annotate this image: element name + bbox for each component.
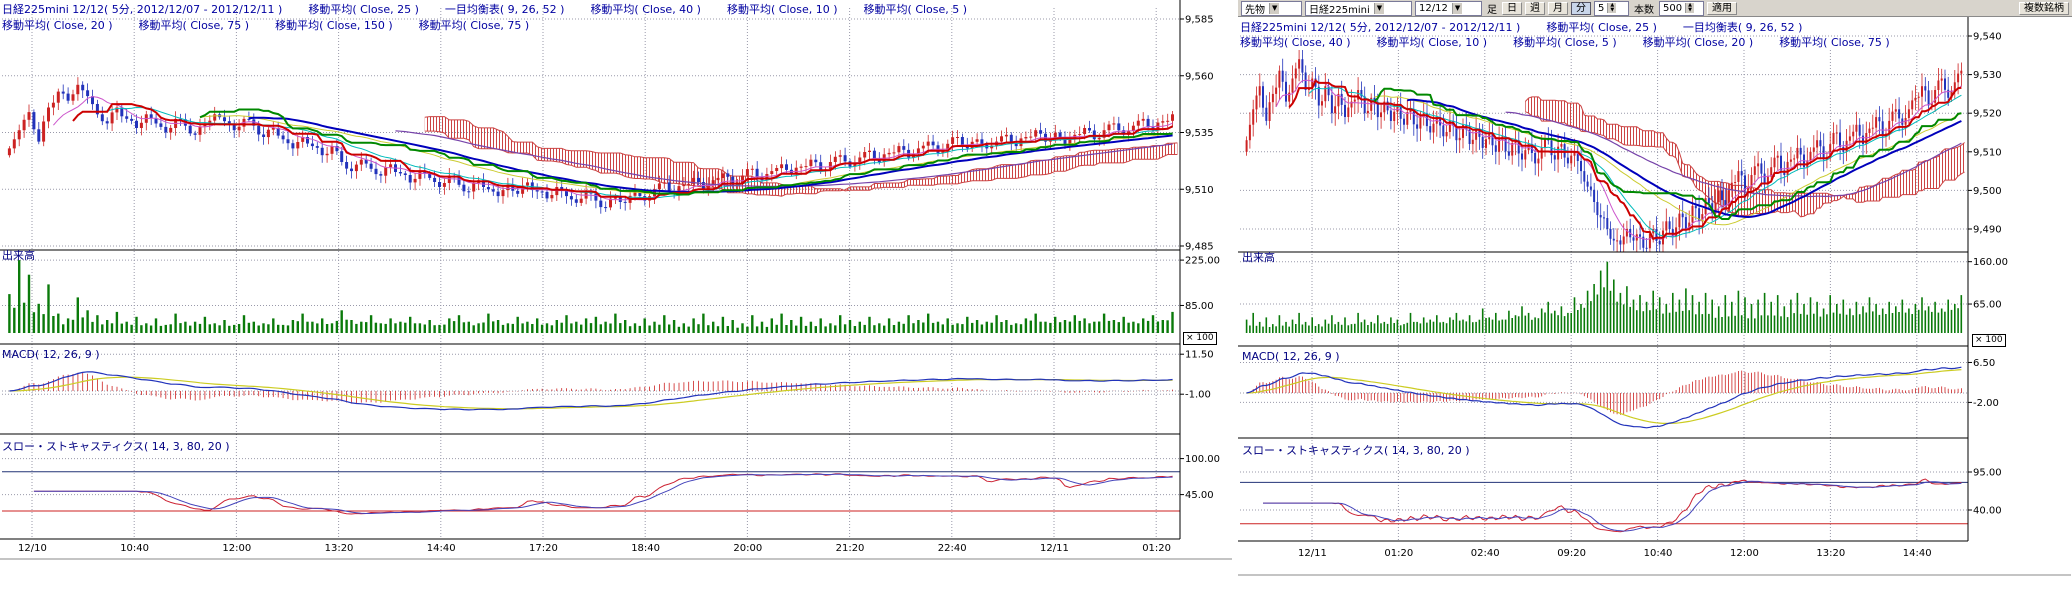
svg-text:12/10: 12/10 [18, 543, 47, 554]
macd-pane-label: MACD( 12, 26, 9 ) [1242, 350, 1340, 363]
svg-text:20:00: 20:00 [733, 543, 762, 554]
svg-text:10:40: 10:40 [1644, 548, 1673, 559]
svg-text:45.00: 45.00 [1185, 490, 1214, 501]
svg-text:9,490: 9,490 [1973, 225, 2002, 236]
indicator-label: 移動平均( Close, 10 ) [1377, 36, 1488, 49]
chart-toolbar: 先物 ▼ 日経225mini ▼ 12/12 ▼ 足 日 週 月 分 5 ▲▼ … [1238, 0, 2072, 17]
svg-text:65.00: 65.00 [1973, 300, 2002, 311]
svg-text:11.50: 11.50 [1185, 350, 1214, 361]
svg-text:9,585: 9,585 [1185, 15, 1214, 26]
svg-text:9,560: 9,560 [1185, 71, 1214, 82]
multi-symbol-button[interactable]: 複数銘柄 [2019, 2, 2069, 15]
svg-text:14:40: 14:40 [1903, 548, 1932, 559]
left-chart-header-row1: 日経225mini 12/12( 5分, 2012/12/07 - 2012/1… [2, 1, 993, 17]
bar-type-label: 足 [1485, 1, 1499, 16]
interval-stepper[interactable]: 5 ▲▼ [1594, 1, 1629, 16]
svg-text:9,485: 9,485 [1185, 242, 1214, 253]
indicator-label: 一目均衡表( 9, 26, 52 ) [1683, 21, 1803, 34]
svg-text:01:20: 01:20 [1142, 543, 1171, 554]
chart-title: 日経225mini 12/12( 5分, 2012/12/07 - 2012/1… [2, 3, 282, 16]
right-chart-header-row1: 日経225mini 12/12( 5分, 2012/12/07 - 2012/1… [1240, 19, 1828, 35]
svg-text:17:20: 17:20 [529, 543, 558, 554]
svg-text:9,540: 9,540 [1973, 32, 2002, 43]
indicator-label: 一目均衡表( 9, 26, 52 ) [445, 3, 565, 16]
period-month-button[interactable]: 月 [1548, 2, 1568, 15]
indicator-label: 移動平均( Close, 75 ) [139, 19, 250, 32]
svg-text:12/11: 12/11 [1298, 548, 1327, 559]
svg-text:95.00: 95.00 [1973, 468, 2002, 479]
svg-text:01:20: 01:20 [1384, 548, 1413, 559]
svg-text:02:40: 02:40 [1471, 548, 1500, 559]
charts-canvas: 12/10 10:40 12:00 13:20 14:40 17:20 18:40 20:00… [0, 0, 2072, 596]
indicator-label: 移動平均( Close, 25 ) [1546, 21, 1657, 34]
indicator-label: 移動平均( Close, 40 ) [590, 3, 701, 16]
svg-text:-2.00: -2.00 [1973, 398, 1999, 409]
date-select[interactable]: 12/12 ▼ [1415, 1, 1482, 16]
left-chart-header-row2: 移動平均( Close, 20 ) 移動平均( Close, 75 ) 移動平均( … [2, 17, 555, 33]
spinner-arrows-icon[interactable]: ▲▼ [1607, 3, 1616, 13]
bar-count-stepper[interactable]: 500 ▲▼ [1659, 1, 1704, 16]
indicator-label: 移動平均( Close, 150 ) [275, 19, 393, 32]
svg-text:9,500: 9,500 [1973, 186, 2002, 197]
svg-text:21:20: 21:20 [836, 543, 865, 554]
macd-pane-label: MACD( 12, 26, 9 ) [2, 348, 100, 361]
volume-scale-badge: × 100 [1183, 332, 1217, 345]
volume-scale-badge: × 100 [1972, 334, 2006, 347]
period-minute-button[interactable]: 分 [1571, 2, 1591, 15]
svg-text:85.00: 85.00 [1185, 301, 1214, 312]
bar-count-label: 本数 [1632, 1, 1656, 16]
stochastics-pane-label: スロー・ストキャスティクス( 14, 3, 80, 20 ) [2, 438, 230, 454]
svg-text:18:40: 18:40 [631, 543, 660, 554]
svg-text:22:40: 22:40 [938, 543, 967, 554]
period-day-button[interactable]: 日 [1502, 2, 1522, 15]
volume-pane-label: 出来高 [2, 247, 35, 263]
svg-text:225.00: 225.00 [1185, 256, 1220, 267]
indicator-label: 移動平均( Close, 5 ) [1513, 36, 1617, 49]
category-select-value: 先物 [1245, 1, 1265, 16]
interval-value: 5 [1598, 3, 1604, 14]
svg-text:13:20: 13:20 [1816, 548, 1845, 559]
apply-button[interactable]: 適用 [1707, 2, 1737, 15]
indicator-label: 移動平均( Close, 75 ) [1779, 36, 1890, 49]
period-week-button[interactable]: 週 [1525, 2, 1545, 15]
svg-text:9,535: 9,535 [1185, 128, 1214, 139]
stochastics-pane-label: スロー・ストキャスティクス( 14, 3, 80, 20 ) [1242, 442, 1470, 458]
svg-text:40.00: 40.00 [1973, 505, 2002, 516]
volume-pane-label: 出来高 [1242, 249, 1275, 265]
category-select[interactable]: 先物 ▼ [1241, 1, 1302, 16]
svg-text:6.50: 6.50 [1973, 358, 1995, 369]
svg-text:13:20: 13:20 [325, 543, 354, 554]
svg-text:9,530: 9,530 [1973, 70, 2002, 81]
svg-text:09:20: 09:20 [1557, 548, 1586, 559]
svg-text:12:00: 12:00 [1730, 548, 1759, 559]
svg-text:10:40: 10:40 [120, 543, 149, 554]
indicator-label: 移動平均( Close, 40 ) [1240, 36, 1351, 49]
chevron-down-icon: ▼ [1269, 3, 1279, 14]
chart-title: 日経225mini 12/12( 5分, 2012/12/07 - 2012/1… [1240, 21, 1520, 34]
right-chart-header-row2: 移動平均( Close, 40 ) 移動平均( Close, 10 ) 移動平均( … [1240, 34, 1916, 50]
indicator-label: 移動平均( Close, 10 ) [727, 3, 838, 16]
svg-text:-1.00: -1.00 [1185, 390, 1211, 401]
svg-text:100.00: 100.00 [1185, 454, 1220, 465]
svg-text:9,510: 9,510 [1185, 185, 1214, 196]
indicator-label: 移動平均( Close, 5 ) [864, 3, 968, 16]
indicator-label: 移動平均( Close, 20 ) [2, 19, 113, 32]
svg-text:12:00: 12:00 [222, 543, 251, 554]
chevron-down-icon: ▼ [1452, 3, 1462, 14]
chevron-down-icon: ▼ [1374, 3, 1384, 14]
svg-text:14:40: 14:40 [427, 543, 456, 554]
symbol-select[interactable]: 日経225mini ▼ [1305, 1, 1412, 16]
symbol-select-value: 日経225mini [1309, 1, 1370, 16]
indicator-label: 移動平均( Close, 20 ) [1643, 36, 1754, 49]
svg-text:9,510: 9,510 [1973, 147, 2002, 158]
svg-text:12/11: 12/11 [1040, 543, 1069, 554]
spinner-arrows-icon[interactable]: ▲▼ [1685, 3, 1694, 13]
indicator-label: 移動平均( Close, 75 ) [419, 19, 530, 32]
svg-text:9,520: 9,520 [1973, 109, 2002, 120]
indicator-label: 移動平均( Close, 25 ) [308, 3, 419, 16]
date-select-value: 12/12 [1419, 3, 1448, 14]
svg-text:160.00: 160.00 [1973, 257, 2008, 268]
bar-count-value: 500 [1663, 3, 1682, 14]
trading-chart-app: 12/10 10:40 12:00 13:20 14:40 17:20 18:40 20:00… [0, 0, 2072, 596]
